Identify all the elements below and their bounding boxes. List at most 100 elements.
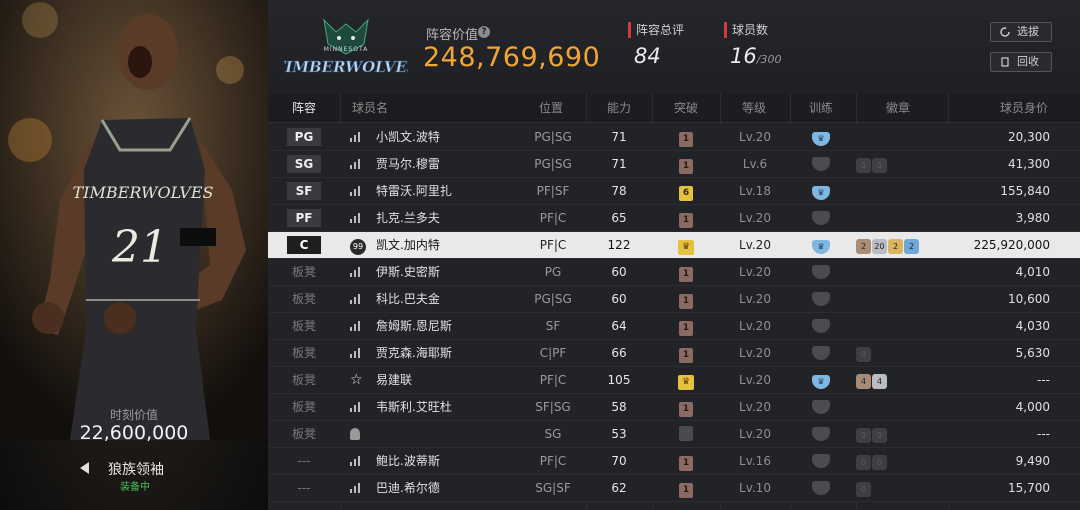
player-name[interactable]: 特雷沃.阿里扎 (376, 178, 536, 204)
badge-icon[interactable]: 0 (856, 455, 871, 470)
badge-icon[interactable]: 4 (872, 374, 887, 389)
table-row[interactable]: 板凳 韦斯利.艾旺杜 SF|SG 58 1 Lv.20 4,000 (268, 394, 1080, 421)
breakthrough-cell[interactable]: 1 (666, 448, 706, 474)
badges-cell[interactable]: 00 (856, 421, 948, 447)
badges-cell[interactable]: 00 (856, 448, 948, 474)
player-name[interactable] (376, 421, 536, 447)
slot-cell[interactable]: 板凳 (268, 394, 340, 420)
breakthrough-cell[interactable]: 1 (666, 313, 706, 339)
table-row[interactable]: PG 小凯文.波特 PG|SG 71 1 Lv.20 ♛ 20,300 (268, 124, 1080, 151)
training-shield-icon[interactable]: ♛ (812, 132, 830, 146)
breakthrough-cell[interactable]: 6 (666, 178, 706, 204)
player-name[interactable]: 巴迪.希尔德 (376, 475, 536, 501)
training-cell[interactable] (804, 286, 838, 312)
badges-cell[interactable] (856, 259, 948, 285)
badges-cell[interactable] (856, 313, 948, 339)
training-shield-icon[interactable] (812, 481, 830, 495)
breakthrough-cell[interactable]: 1 (666, 394, 706, 420)
badge-icon[interactable]: 20 (872, 239, 887, 254)
badges-cell[interactable] (856, 205, 948, 231)
training-cell[interactable] (804, 448, 838, 474)
badge-icon[interactable]: 0 (872, 428, 887, 443)
slot-cell[interactable]: 板凳 (268, 367, 340, 393)
badge-icon[interactable]: 2 (888, 239, 903, 254)
training-shield-icon[interactable] (812, 211, 830, 225)
training-cell[interactable] (804, 421, 838, 447)
col-breakthrough[interactable]: 突破 (674, 93, 698, 123)
training-shield-icon[interactable] (812, 292, 830, 306)
player-name[interactable]: 小凯文.波特 (376, 124, 536, 150)
badge-icon[interactable]: 2 (856, 239, 871, 254)
slot-cell[interactable]: --- (268, 475, 340, 501)
breakthrough-cell[interactable]: 1 (666, 286, 706, 312)
training-cell[interactable]: ♛ (804, 367, 838, 393)
training-cell[interactable] (804, 340, 838, 366)
table-row[interactable]: --- 鲍比.波蒂斯 PF|C 70 1 Lv.16 00 9,490 (268, 448, 1080, 475)
player-name[interactable]: 凯文.加内特 (376, 232, 536, 258)
slot-cell[interactable]: 板凳 (268, 286, 340, 312)
player-name[interactable]: 贾克森.海耶斯 (376, 340, 536, 366)
training-cell[interactable]: ♛ (804, 124, 838, 150)
table-row[interactable]: PF 扎克.兰多夫 PF|C 65 1 Lv.20 3,980 (268, 205, 1080, 232)
slot-cell[interactable]: PF (268, 205, 340, 231)
badge-icon[interactable]: 0 (856, 428, 871, 443)
help-icon[interactable]: ? (478, 26, 490, 38)
table-row[interactable]: C 99 凯文.加内特 PF|C 122 ♛ Lv.20 ♛ 2 20 2 2 225… (268, 232, 1080, 259)
training-cell[interactable]: ♛ (804, 178, 838, 204)
table-row[interactable]: 板凳 SG 53 Lv.20 00 --- (268, 421, 1080, 448)
breakthrough-cell[interactable]: ♛ (666, 367, 706, 393)
badge-icon[interactable]: 0 (872, 455, 887, 470)
player-name[interactable]: 科比.巴夫金 (376, 286, 536, 312)
breakthrough-cell[interactable]: 1 (666, 151, 706, 177)
player-name[interactable]: 贾马尔.穆雷 (376, 151, 536, 177)
training-shield-icon[interactable] (812, 427, 830, 441)
breakthrough-cell[interactable]: 1 (666, 259, 706, 285)
slot-cell[interactable]: SG (268, 151, 340, 177)
chevron-left-icon[interactable] (80, 462, 89, 474)
recycle-button[interactable]: 回收 (990, 52, 1052, 72)
select-button[interactable]: 选拔 (990, 22, 1052, 42)
slot-cell[interactable]: SF (268, 178, 340, 204)
table-row[interactable]: 板凳 贾克森.海耶斯 C|PF 66 1 Lv.20 0 5,630 (268, 340, 1080, 367)
badges-cell[interactable]: 2 20 2 2 (856, 232, 948, 258)
breakthrough-cell[interactable]: ♛ (666, 232, 706, 258)
slot-cell[interactable]: C (268, 232, 340, 258)
slot-cell[interactable]: PG (268, 124, 340, 150)
badge-icon[interactable]: 0 (856, 158, 871, 173)
training-cell[interactable] (804, 313, 838, 339)
training-cell[interactable] (804, 394, 838, 420)
col-name[interactable]: 球员名 (352, 93, 388, 123)
training-shield-icon[interactable]: ♛ (812, 240, 830, 254)
col-badges[interactable]: 徽章 (886, 93, 910, 123)
slot-cell[interactable]: --- (268, 448, 340, 474)
training-shield-icon[interactable] (812, 346, 830, 360)
player-name[interactable]: 韦斯利.艾旺杜 (376, 394, 536, 420)
badges-cell[interactable] (856, 286, 948, 312)
slot-cell[interactable]: 板凳 (268, 421, 340, 447)
badges-cell[interactable]: 44 (856, 367, 948, 393)
badge-icon[interactable]: 0 (856, 347, 871, 362)
col-level[interactable]: 等级 (742, 93, 766, 123)
training-cell[interactable] (804, 151, 838, 177)
player-name[interactable]: 鲍比.波蒂斯 (376, 448, 536, 474)
training-shield-icon[interactable]: ♛ (812, 186, 830, 200)
badges-cell[interactable]: 00 (856, 151, 948, 177)
table-row[interactable]: SG 贾马尔.穆雷 PG|SG 71 1 Lv.6 00 41,300 (268, 151, 1080, 178)
breakthrough-cell[interactable]: 1 (666, 475, 706, 501)
player-name[interactable]: 易建联 (376, 367, 536, 393)
col-slot[interactable]: 阵容 (292, 93, 316, 123)
table-row[interactable]: 板凳 伊斯.史密斯 PG 60 1 Lv.20 4,010 (268, 259, 1080, 286)
col-ovr[interactable]: 能力 (607, 93, 631, 123)
training-cell[interactable] (804, 205, 838, 231)
training-shield-icon[interactable] (812, 400, 830, 414)
slot-cell[interactable]: 板凳 (268, 340, 340, 366)
player-name[interactable]: 扎克.兰多夫 (376, 205, 536, 231)
player-name[interactable]: 伊斯.史密斯 (376, 259, 536, 285)
training-shield-icon[interactable] (812, 265, 830, 279)
training-shield-icon[interactable] (812, 157, 830, 171)
col-salary[interactable]: 球员身价 (1000, 93, 1048, 123)
training-shield-icon[interactable] (812, 454, 830, 468)
table-row[interactable]: SF 特雷沃.阿里扎 PF|SF 78 6 Lv.18 ♛ 155,840 (268, 178, 1080, 205)
col-position[interactable]: 位置 (539, 93, 563, 123)
slot-cell[interactable]: 板凳 (268, 313, 340, 339)
